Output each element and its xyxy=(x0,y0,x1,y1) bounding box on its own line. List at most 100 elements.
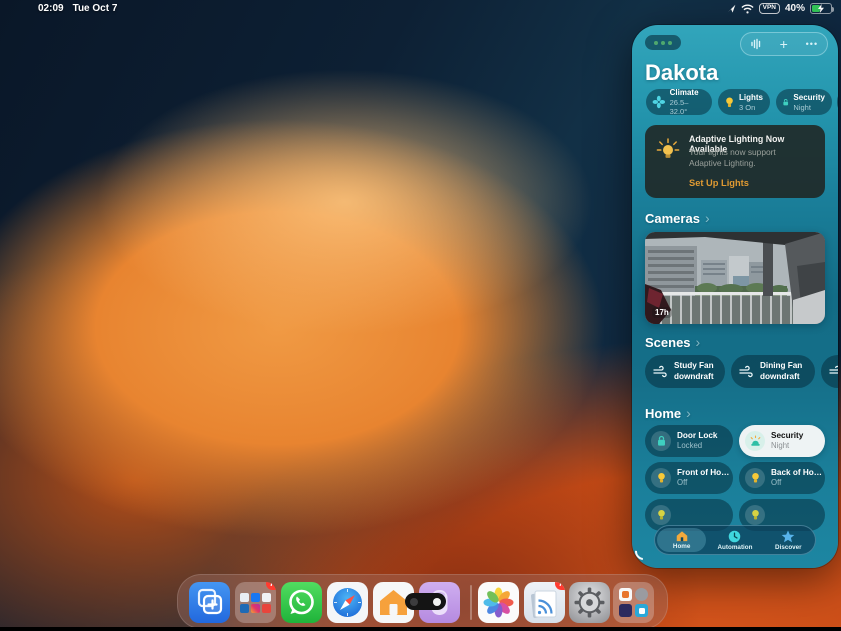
lightbulb-icon xyxy=(750,509,761,521)
bulb-rays-icon xyxy=(655,137,681,163)
overlap-squares-plus-icon xyxy=(189,582,230,623)
lightbulb-icon xyxy=(724,96,735,109)
cameras-section-header[interactable]: Cameras › xyxy=(645,211,710,226)
tab-discover[interactable]: Discover xyxy=(762,526,815,554)
scene-study-fan[interactable]: Study Fandowndraft xyxy=(645,355,725,388)
folder-mini-icons xyxy=(240,593,271,613)
lock-icon xyxy=(656,435,667,447)
home-section-header[interactable]: Home › xyxy=(645,406,691,421)
tab-label: Automation xyxy=(718,544,753,551)
intercom-icon[interactable] xyxy=(750,38,762,50)
pointer-dot-light xyxy=(433,598,441,606)
notification-badge: 72 xyxy=(266,582,276,590)
tab-home[interactable]: Home xyxy=(655,526,708,554)
dock-app-safari[interactable] xyxy=(327,582,368,623)
safari-compass-icon xyxy=(327,582,368,623)
pill-value: Night xyxy=(793,103,825,112)
dock-app-news-reader[interactable]: 72 xyxy=(524,582,565,623)
pointer-indicator xyxy=(405,593,446,610)
lightbulb-icon xyxy=(750,472,761,484)
battery-percent: 40% xyxy=(785,3,805,14)
tab-bar: Home Automation Discover xyxy=(654,525,816,555)
pill-label: Lights xyxy=(739,93,763,103)
lightbulb-icon xyxy=(656,472,667,484)
wind-icon xyxy=(653,365,668,378)
photos-flower-icon xyxy=(478,582,519,623)
tile-security[interactable]: SecurityNight xyxy=(739,425,825,457)
adaptive-lighting-card[interactable]: Adaptive Lighting Now Available Your lig… xyxy=(645,125,825,198)
tile-name: Security xyxy=(771,431,803,441)
window-controls-button[interactable] xyxy=(645,35,681,50)
clock-date: Tue Oct 7 xyxy=(73,3,118,14)
tile-state: Locked xyxy=(677,441,718,450)
charging-bolt-icon xyxy=(817,4,825,13)
camera-snapshot xyxy=(645,232,825,324)
scenes-title: Scenes xyxy=(645,335,691,350)
folder-mini-icons xyxy=(619,588,648,617)
security-pill[interactable]: SecurityNight xyxy=(776,89,832,115)
clock-time: 02:09 xyxy=(38,3,64,14)
tile-name: Door Lock xyxy=(677,431,718,441)
notice-body: Your lights now support Adaptive Lightin… xyxy=(689,147,809,169)
house-icon xyxy=(675,530,689,542)
home-title: Home xyxy=(645,406,681,421)
status-left: 02:09 Tue Oct 7 xyxy=(38,3,117,14)
vpn-badge: VPN xyxy=(759,3,780,14)
scene-partial[interactable] xyxy=(821,355,838,388)
siren-icon xyxy=(749,435,762,447)
pointer-dot-dark xyxy=(410,598,418,606)
wind-icon xyxy=(739,365,754,378)
climate-fan-icon xyxy=(652,95,666,109)
camera-timestamp-badge: 17h xyxy=(652,307,672,318)
tab-label: Discover xyxy=(775,544,802,551)
scene-label: Study Fandowndraft xyxy=(674,361,714,382)
settings-gear-icon xyxy=(569,582,610,623)
dock-folder-utilities[interactable] xyxy=(613,582,654,623)
wifi-icon xyxy=(741,4,754,14)
tab-automation[interactable]: Automation xyxy=(708,526,761,554)
tile-name: Front of Ho… xyxy=(677,468,729,478)
cameras-title: Cameras xyxy=(645,211,700,226)
dock-app-whatsapp[interactable] xyxy=(281,582,322,623)
star-icon xyxy=(781,530,795,543)
tab-label: Home xyxy=(673,543,691,550)
location-icon xyxy=(727,4,736,13)
battery-icon xyxy=(810,3,832,14)
pill-value: 26.5–32.0° xyxy=(670,98,705,116)
dock-app-paste-plus[interactable] xyxy=(189,582,230,623)
chevron-right-icon: › xyxy=(696,334,701,350)
clock-icon xyxy=(728,530,741,543)
panel-toolbar: + ••• xyxy=(740,32,828,56)
status-right: VPN 40% xyxy=(727,3,832,14)
home-app-panel: + ••• Dakota Climate26.5–32.0° Lights3 O… xyxy=(632,25,838,568)
wind-icon xyxy=(829,365,838,378)
whatsapp-icon xyxy=(281,582,322,623)
lights-pill[interactable]: Lights3 On xyxy=(718,89,770,115)
tile-front-light[interactable]: Front of Ho…Off xyxy=(645,462,733,494)
tile-door-lock[interactable]: Door LockLocked xyxy=(645,425,733,457)
pill-value: 3 On xyxy=(739,103,763,112)
chevron-right-icon: › xyxy=(686,405,691,421)
pill-label: Climate xyxy=(670,88,705,98)
tile-state: Night xyxy=(771,441,803,450)
scene-dining-fan[interactable]: Dining Fandowndraft xyxy=(731,355,815,388)
set-up-lights-link[interactable]: Set Up Lights xyxy=(689,178,749,188)
chevron-right-icon: › xyxy=(705,210,710,226)
status-pill-partial[interactable] xyxy=(837,89,838,115)
more-button[interactable]: ••• xyxy=(806,40,818,49)
status-bar: 02:09 Tue Oct 7 VPN 40% xyxy=(0,0,841,18)
tile-back-light[interactable]: Back of Ho…Off xyxy=(739,462,825,494)
camera-card[interactable]: 17h xyxy=(645,232,825,324)
tile-name: Back of Ho… xyxy=(771,468,822,478)
add-button[interactable]: + xyxy=(780,37,788,51)
scene-label: Dining Fandowndraft xyxy=(760,361,802,382)
dock-folder-social[interactable]: 72 xyxy=(235,582,276,623)
dock-app-photos[interactable] xyxy=(478,582,519,623)
lightbulb-icon xyxy=(656,509,667,521)
climate-pill[interactable]: Climate26.5–32.0° xyxy=(646,89,712,115)
scenes-section-header[interactable]: Scenes › xyxy=(645,335,700,350)
tile-state: Off xyxy=(677,478,729,487)
dock-app-settings[interactable] xyxy=(569,582,610,623)
tile-state: Off xyxy=(771,478,822,487)
pill-label: Security xyxy=(793,93,825,103)
